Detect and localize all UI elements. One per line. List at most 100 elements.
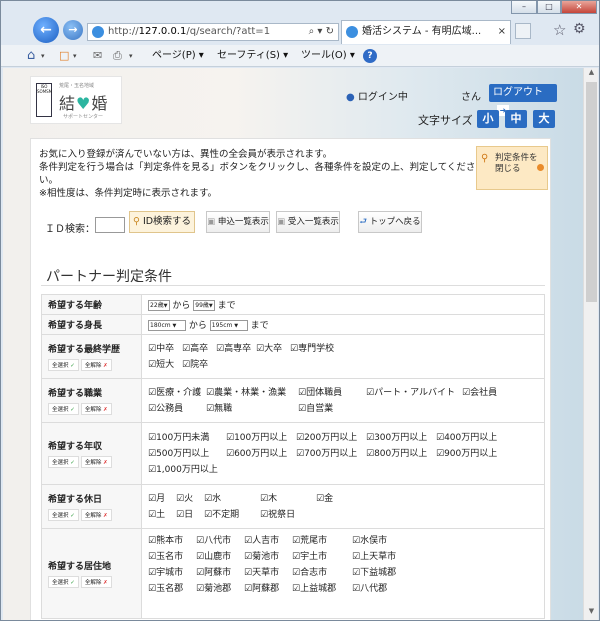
tab-close-icon[interactable]: ×: [498, 21, 506, 43]
scroll-up-icon[interactable]: ▲: [584, 68, 599, 81]
checkbox-option[interactable]: ☑上天草市: [352, 549, 412, 565]
checkbox-option[interactable]: ☑公務員: [148, 401, 206, 417]
select-all-button[interactable]: 全選択 ✓: [48, 509, 79, 521]
checkbox-option[interactable]: ☑天草市: [244, 565, 292, 581]
close-window-button[interactable]: ✕: [561, 1, 597, 14]
checkbox-option[interactable]: ☑600万円以上: [226, 446, 296, 462]
checkbox-option[interactable]: ☑玉名郡: [148, 581, 196, 597]
checkbox-option[interactable]: ☑阿蘇郡: [244, 581, 292, 597]
safety-menu[interactable]: セーフティ(S) ▾: [217, 45, 288, 67]
checkbox-option[interactable]: ☑700万円以上: [296, 446, 366, 462]
checkbox-option[interactable]: ☑月: [148, 491, 176, 507]
font-size-medium-button[interactable]: 中: [505, 110, 527, 128]
back-to-top-button[interactable]: ⮐ トップへ戻る: [358, 211, 422, 233]
checkbox-option[interactable]: ☑500万円以上: [148, 446, 226, 462]
site-logo[interactable]: ISO SOMSM 荒尾・玉名地域 結♥婚 サポートセンター: [30, 76, 122, 124]
checkbox-option[interactable]: ☑下益城郡: [352, 565, 412, 581]
age-to-select[interactable]: 99歳▼: [193, 300, 215, 311]
feeds-dropdown-icon[interactable]: ▾: [73, 45, 77, 67]
checkbox-option[interactable]: ☑400万円以上: [436, 430, 506, 446]
checkbox-option[interactable]: ☑1,000万円以上: [148, 462, 226, 478]
help-icon[interactable]: ?: [363, 49, 377, 63]
checkbox-option[interactable]: ☑水俣市: [352, 533, 412, 549]
mail-icon[interactable]: ✉: [93, 45, 102, 67]
id-search-button[interactable]: ⚲ ID検索する: [129, 211, 195, 233]
checkbox-option[interactable]: ☑農業・林業・漁業: [206, 385, 298, 401]
checkbox-option[interactable]: ☑パート・アルバイト: [366, 385, 462, 401]
tools-menu[interactable]: ツール(O) ▾: [301, 45, 355, 67]
checkbox-option[interactable]: ☑団体職員: [298, 385, 366, 401]
maximize-button[interactable]: □: [537, 1, 561, 14]
checkbox-option[interactable]: ☑900万円以上: [436, 446, 506, 462]
favorites-star-icon[interactable]: ☆: [553, 21, 566, 39]
checkbox-option[interactable]: ☑上益城郡: [292, 581, 352, 597]
checkbox-option[interactable]: ☑院卒: [182, 357, 216, 373]
print-dropdown-icon[interactable]: ▾: [129, 45, 133, 67]
id-search-input[interactable]: [95, 217, 125, 233]
feeds-icon[interactable]: □: [59, 45, 69, 67]
checkbox-option[interactable]: ☑自営業: [298, 401, 366, 417]
address-bar[interactable]: http://127.0.0.1/q/search/?att=1 ⌕ ▾ ↻: [87, 23, 339, 41]
checkbox-option[interactable]: ☑合志市: [292, 565, 352, 581]
checkbox-option[interactable]: ☑玉名市: [148, 549, 196, 565]
checkbox-option[interactable]: ☑菊池郡: [196, 581, 244, 597]
checkbox-option[interactable]: ☑専門学校: [290, 341, 350, 357]
minimize-button[interactable]: –: [511, 1, 537, 14]
checkbox-option[interactable]: ☑200万円以上: [296, 430, 366, 446]
checkbox-option[interactable]: ☑短大: [148, 357, 182, 373]
page-menu[interactable]: ページ(P) ▾: [152, 45, 204, 67]
checkbox-option[interactable]: ☑熊本市: [148, 533, 196, 549]
checkbox-option[interactable]: ☑水: [204, 491, 260, 507]
checkbox-option[interactable]: ☑火: [176, 491, 204, 507]
scrollbar-thumb[interactable]: [586, 82, 597, 302]
select-all-button[interactable]: 全選択 ✓: [48, 359, 79, 371]
checkbox-option[interactable]: ☑100万円未満: [148, 430, 226, 446]
checkbox-option[interactable]: ☑医療・介護: [148, 385, 206, 401]
address-search-icon[interactable]: ⌕ ▾ ↻: [309, 24, 334, 40]
received-list-button[interactable]: ▣ 受入一覧表示: [276, 211, 340, 233]
checkbox-option[interactable]: ☑800万円以上: [366, 446, 436, 462]
checkbox-option[interactable]: ☑不定期: [204, 507, 260, 523]
font-size-large-button[interactable]: 大: [533, 110, 555, 128]
deselect-all-button[interactable]: 全解除 ✗: [80, 509, 112, 521]
checkbox-option[interactable]: ☑100万円以上: [226, 430, 296, 446]
scroll-down-icon[interactable]: ▼: [584, 607, 599, 620]
checkbox-option[interactable]: ☑金: [316, 491, 372, 507]
checkbox-option[interactable]: ☑土: [148, 507, 176, 523]
checkbox-option[interactable]: ☑300万円以上: [366, 430, 436, 446]
deselect-all-button[interactable]: 全解除 ✗: [80, 403, 112, 415]
font-size-small-button[interactable]: 小: [477, 110, 499, 128]
checkbox-option[interactable]: ☑大卒: [256, 341, 290, 357]
checkbox-option[interactable]: ☑荒尾市: [292, 533, 352, 549]
checkbox-option[interactable]: ☑中卒: [148, 341, 182, 357]
back-button[interactable]: ←: [33, 17, 59, 43]
checkbox-option[interactable]: ☑祝祭日: [260, 507, 316, 523]
settings-gear-icon[interactable]: ⚙: [573, 21, 586, 37]
vertical-scrollbar[interactable]: ▲ ▼: [583, 68, 598, 620]
checkbox-option[interactable]: ☑宇土市: [292, 549, 352, 565]
checkbox-option[interactable]: ☑高専卒: [216, 341, 256, 357]
checkbox-option[interactable]: ☑高卒: [182, 341, 216, 357]
home-dropdown-icon[interactable]: ▾: [41, 45, 45, 67]
checkbox-option[interactable]: ☑山鹿市: [196, 549, 244, 565]
checkbox-option[interactable]: ☑八代郡: [352, 581, 412, 597]
forward-button[interactable]: →: [63, 20, 83, 40]
checkbox-option[interactable]: ☑日: [176, 507, 204, 523]
applied-list-button[interactable]: ▣ 申込一覧表示: [206, 211, 270, 233]
deselect-all-button[interactable]: 全解除 ✗: [80, 359, 112, 371]
select-all-button[interactable]: 全選択 ✓: [48, 403, 79, 415]
select-all-button[interactable]: 全選択 ✓: [48, 576, 79, 588]
close-judge-conditions-button[interactable]: ⚲ 判定条件を 閉じる: [476, 146, 548, 190]
deselect-all-button[interactable]: 全解除 ✗: [80, 456, 112, 468]
checkbox-option[interactable]: ☑人吉市: [244, 533, 292, 549]
checkbox-option[interactable]: ☑木: [260, 491, 316, 507]
select-all-button[interactable]: 全選択 ✓: [48, 456, 79, 468]
checkbox-option[interactable]: ☑会社員: [462, 385, 512, 401]
checkbox-option[interactable]: ☑無職: [206, 401, 298, 417]
age-from-select[interactable]: 22歳▼: [148, 300, 170, 311]
deselect-all-button[interactable]: 全解除 ✗: [80, 576, 112, 588]
checkbox-option[interactable]: ☑菊池市: [244, 549, 292, 565]
new-tab-button[interactable]: [515, 23, 531, 39]
browser-tab[interactable]: 婚活システム - 有明広域... ×: [341, 20, 511, 44]
height-to-select[interactable]: 195cm ▼: [209, 320, 248, 331]
